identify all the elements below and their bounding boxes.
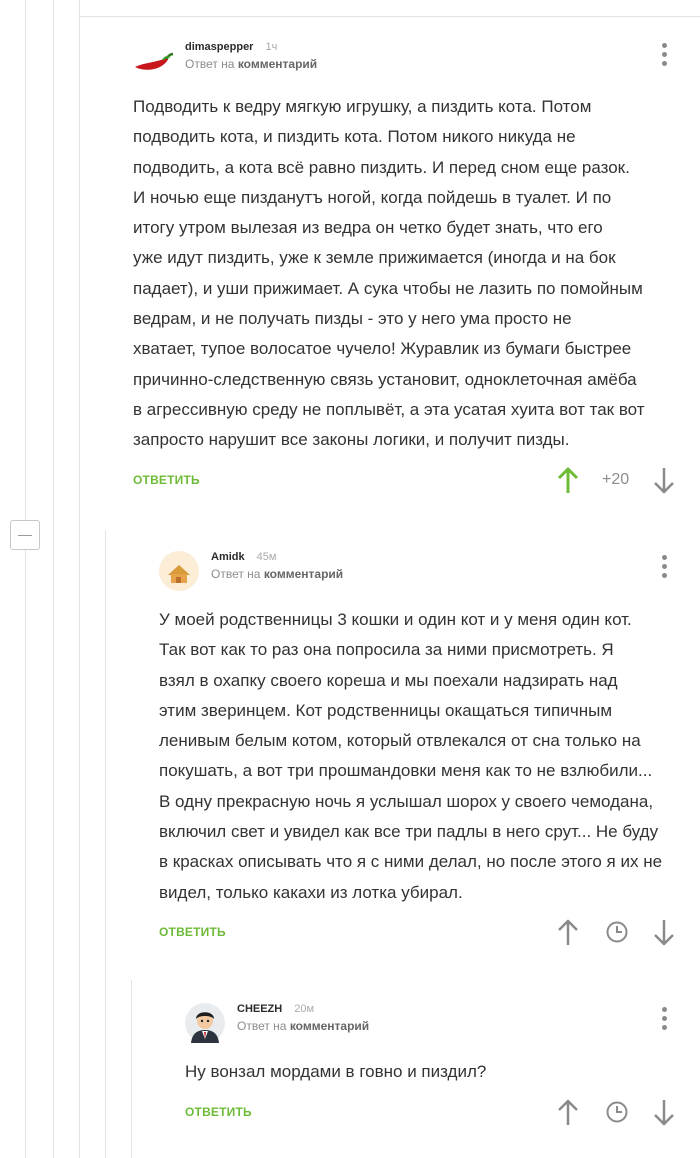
comment-header: Amidk 45м Ответ на комментарий (159, 551, 693, 591)
comment-header: dimaspepper 1ч Ответ на комментарий (133, 41, 693, 77)
cartoon-man-avatar[interactable] (185, 1003, 225, 1043)
upvote-icon[interactable] (557, 1098, 579, 1126)
comment-actions: ОТВЕТИТЬ (185, 1097, 693, 1127)
author-name[interactable]: Amidk 45м (211, 551, 276, 563)
reply-to-link[interactable]: Ответ на комментарий (211, 567, 343, 581)
thread-line (25, 550, 26, 1158)
clock-icon[interactable] (605, 1100, 629, 1124)
reply-button[interactable]: ОТВЕТИТЬ (185, 1105, 252, 1119)
reply-to-link[interactable]: Ответ на комментарий (237, 1019, 369, 1033)
thread-divider (80, 16, 700, 17)
house-avatar[interactable] (159, 551, 199, 591)
author-name[interactable]: dimaspepper 1ч (185, 41, 277, 53)
more-menu-icon[interactable] (662, 43, 668, 69)
comment: CHEEZH 20м Ответ на комментарий Ну вонзал… (185, 1003, 693, 1081)
more-menu-icon[interactable] (662, 1007, 668, 1033)
clock-icon[interactable] (605, 920, 629, 944)
downvote-icon[interactable] (653, 919, 675, 947)
thread-line (131, 980, 132, 1158)
comment-time: 1ч (265, 41, 278, 53)
rating-score: +20 (602, 471, 630, 488)
reply-to-link[interactable]: Ответ на комментарий (185, 57, 317, 71)
comment-header: CHEEZH 20м Ответ на комментарий (185, 1003, 693, 1043)
author-name[interactable]: CHEEZH 20м (237, 1003, 314, 1015)
thread-line (79, 0, 80, 1158)
more-menu-icon[interactable] (662, 555, 668, 581)
thread-line (105, 530, 106, 1158)
collapse-thread-button[interactable] (10, 520, 40, 550)
comment-actions: ОТВЕТИТЬ (159, 917, 693, 947)
chili-pepper-avatar[interactable] (133, 41, 173, 81)
upvote-icon[interactable] (557, 918, 579, 946)
comment-time: 20м (294, 1003, 315, 1015)
comment-text: У моей родственницы 3 кошки и один кот и… (159, 610, 663, 902)
reply-button[interactable]: ОТВЕТИТЬ (159, 925, 226, 939)
comment: Amidk 45м Ответ на комментарий У моей род… (159, 551, 693, 902)
comment-actions: ОТВЕТИТЬ +20 (133, 465, 693, 495)
comment-text: Подводить к ведру мягкую игрушку, а пизд… (133, 97, 645, 450)
comment-time: 45м (256, 551, 277, 563)
thread-line (25, 0, 26, 520)
reply-button[interactable]: ОТВЕТИТЬ (133, 473, 200, 487)
comment: dimaspepper 1ч Ответ на комментарий Подво… (133, 41, 693, 449)
thread-line (53, 0, 54, 1158)
comment-text: Ну вонзал мордами в говно и пиздил? (185, 1062, 487, 1081)
upvote-icon[interactable] (557, 466, 579, 494)
downvote-icon[interactable] (653, 1099, 675, 1127)
downvote-icon[interactable] (653, 467, 675, 495)
